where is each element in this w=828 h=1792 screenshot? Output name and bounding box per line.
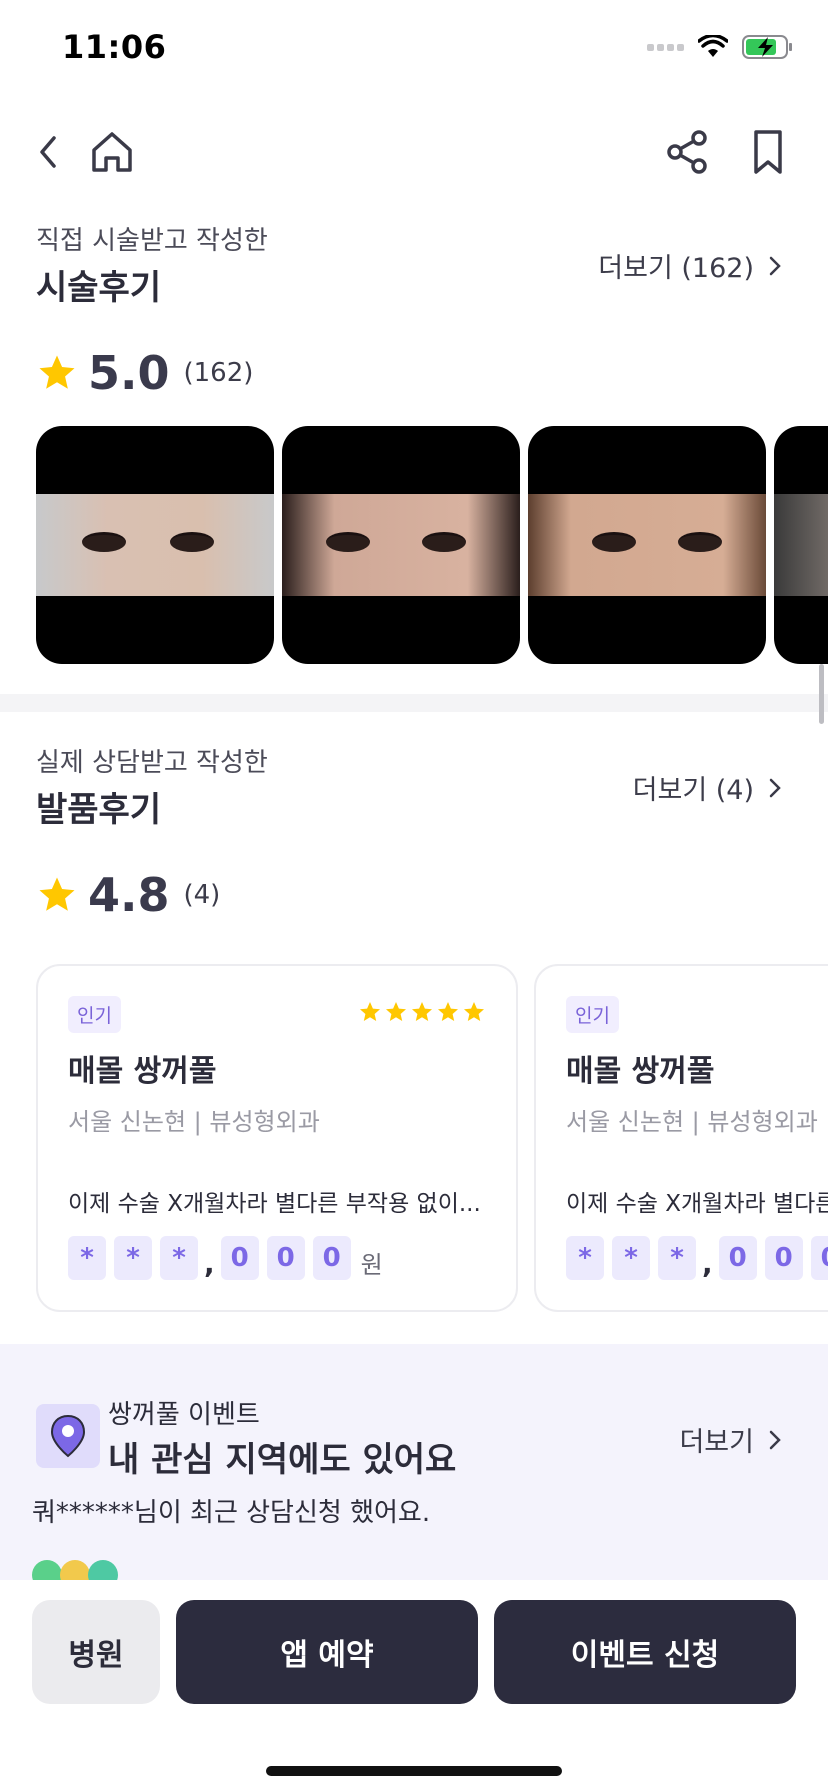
battery-charging-icon (742, 35, 792, 59)
price-digit-masked: * (68, 1236, 106, 1280)
price-digit: 0 (312, 1236, 351, 1280)
consult-reviews-more-label: 더보기 (4) (632, 775, 754, 806)
review-card-body: 이제 수술 X개월차라 별다른 부작용 없이... (68, 1191, 481, 1217)
event-title: 내 관심 지역에도 있어요 (108, 1440, 457, 1480)
review-card-title: 매몰 쌍꺼풀 (68, 1054, 217, 1089)
star-icon (39, 355, 75, 389)
price-digit-masked: * (658, 1236, 696, 1280)
event-subtitle: 쌍꺼풀 이벤트 (108, 1400, 260, 1430)
chevron-right-icon (769, 256, 781, 275)
price-comma: , (702, 1247, 713, 1280)
popular-badge: 인기 (566, 996, 619, 1033)
treatment-rating-count: (162) (183, 358, 254, 388)
wifi-icon (698, 35, 728, 57)
price-digit: 0 (266, 1236, 305, 1280)
bookmark-icon (754, 130, 782, 174)
bookmark-button[interactable] (744, 128, 792, 176)
price-digit-masked: * (160, 1236, 198, 1280)
location-pin-badge (36, 1404, 100, 1468)
top-nav (0, 118, 828, 188)
bottom-action-bar: 병원 앱 예약 이벤트 신청 (0, 1580, 828, 1792)
event-apply-button[interactable]: 이벤트 신청 (494, 1600, 796, 1704)
price-digit-masked: * (566, 1236, 604, 1280)
home-indicator (266, 1766, 562, 1776)
avatar (32, 1560, 62, 1580)
review-card-body: 이제 수술 X개월차라 별다른 부작용 없이... (566, 1191, 828, 1217)
treatment-reviews-more-link[interactable]: 더보기 (162) (598, 246, 782, 285)
review-stars (358, 1000, 486, 1024)
treatment-rating-value: 5.0 (88, 346, 170, 400)
avatar (60, 1560, 90, 1580)
treatment-reviews-more-label: 더보기 (162) (598, 253, 754, 284)
avatar (88, 1560, 118, 1580)
popular-badge: 인기 (68, 996, 121, 1033)
review-card-title: 매몰 쌍꺼풀 (566, 1054, 715, 1089)
review-card-meta: 서울 신논현 | 뷰성형외과 (68, 1108, 320, 1136)
app-booking-button[interactable]: 앱 예약 (176, 1600, 478, 1704)
masked-price: * * * , 0 0 0 원 (68, 1236, 383, 1280)
signal-icon (647, 43, 684, 51)
chevron-right-icon (769, 778, 781, 797)
review-photo-3[interactable] (528, 426, 766, 664)
consult-rating-value: 4.8 (88, 868, 170, 922)
consult-reviews-more-link[interactable]: 더보기 (4) (633, 768, 782, 807)
review-photo-2[interactable] (282, 426, 520, 664)
treatment-reviews-title: 시술후기 (36, 268, 162, 308)
back-button[interactable] (30, 128, 66, 176)
section-divider (0, 694, 828, 712)
review-card-meta: 서울 신논현 | 뷰성형외과 (566, 1108, 818, 1136)
location-pin-icon (50, 1414, 86, 1458)
review-photo-1[interactable] (36, 426, 274, 664)
home-icon (92, 132, 132, 172)
review-photo-strip[interactable] (36, 426, 828, 664)
consult-reviews-subtitle: 실제 상담받고 작성한 (36, 748, 268, 778)
event-more-label: 더보기 (679, 1427, 754, 1458)
share-icon (667, 130, 707, 174)
price-digit: 0 (718, 1236, 757, 1280)
share-button[interactable] (664, 128, 712, 176)
price-currency: 원 (360, 1251, 383, 1279)
star-icon (386, 1002, 406, 1021)
price-comma: , (204, 1247, 215, 1280)
status-time: 11:06 (62, 28, 167, 66)
treatment-rating: 5.0 (162) (36, 346, 253, 400)
event-section: 쌍꺼풀 이벤트 내 관심 지역에도 있어요 더보기 쿼******님이 최근 상… (0, 1344, 828, 1580)
star-icon (438, 1002, 458, 1021)
star-icon (464, 1002, 484, 1021)
masked-price: * * * , 0 0 0 (566, 1236, 828, 1280)
chevron-left-icon (40, 136, 56, 168)
consult-review-strip[interactable]: 인기 매몰 쌍꺼풀 서울 신논현 | 뷰성형외과 이제 수술 X개월차라 별다른… (36, 964, 828, 1312)
scrollbar[interactable] (819, 664, 824, 724)
price-digit-masked: * (114, 1236, 152, 1280)
consult-rating-count: (4) (183, 880, 221, 910)
event-more-link[interactable]: 더보기 (679, 1420, 782, 1459)
price-digit: 0 (764, 1236, 803, 1280)
consult-reviews-title: 발품후기 (36, 790, 162, 830)
hospital-button[interactable]: 병원 (32, 1600, 160, 1704)
consult-rating: 4.8 (4) (36, 868, 220, 922)
chevron-right-icon (769, 1430, 781, 1449)
event-avatars (32, 1560, 118, 1580)
status-bar: 11:06 (0, 0, 828, 100)
review-photo-4[interactable] (774, 426, 828, 664)
status-icons (647, 34, 794, 60)
price-digit-masked: * (612, 1236, 650, 1280)
star-icon (412, 1002, 432, 1021)
star-icon (360, 1002, 380, 1021)
treatment-reviews-subtitle: 직접 시술받고 작성한 (36, 226, 268, 256)
price-digit: 0 (810, 1236, 828, 1280)
home-button[interactable] (88, 128, 136, 176)
review-card[interactable]: 인기 매몰 쌍꺼풀 서울 신논현 | 뷰성형외과 이제 수술 X개월차라 별다른… (36, 964, 518, 1312)
review-card[interactable]: 인기 매몰 쌍꺼풀 서울 신논현 | 뷰성형외과 이제 수술 X개월차라 별다른… (534, 964, 828, 1312)
star-icon (39, 877, 75, 911)
price-digit: 0 (220, 1236, 259, 1280)
event-notice: 쿼******님이 최근 상담신청 했어요. (32, 1498, 431, 1528)
